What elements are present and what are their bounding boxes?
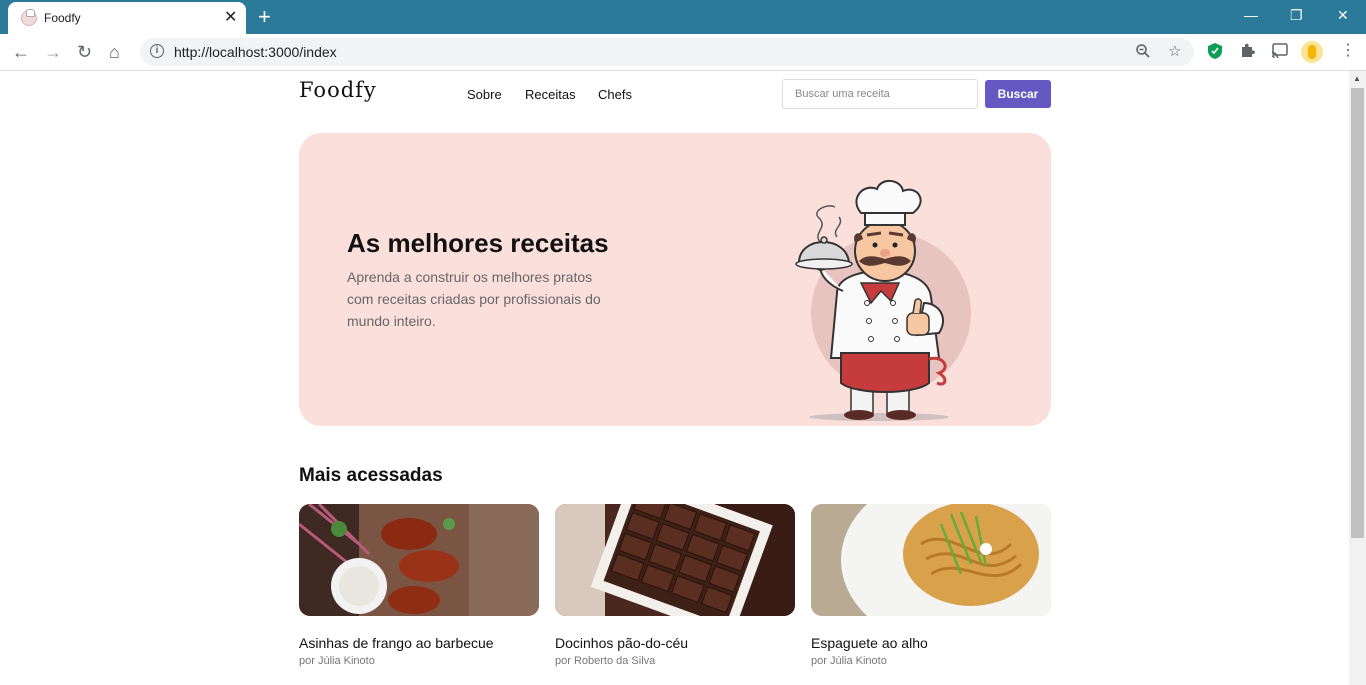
recipe-image-chicken-wings[interactable] xyxy=(299,504,539,616)
section-title: Mais acessadas xyxy=(299,465,443,486)
shield-extension-icon[interactable] xyxy=(1207,42,1223,65)
hero-title: As melhores receitas xyxy=(347,228,609,258)
close-window-button[interactable]: ✕ xyxy=(1337,6,1349,24)
recipe-author: por Júlia Kinoto xyxy=(811,655,887,667)
site-logo[interactable]: Foodfy xyxy=(299,78,377,102)
minimize-button[interactable]: — xyxy=(1244,6,1258,24)
home-icon[interactable]: ⌂ xyxy=(109,42,120,62)
nav-link-receitas[interactable]: Receitas xyxy=(525,87,576,102)
hero-banner: As melhores receitas Aprenda a construir… xyxy=(299,133,1051,426)
recipe-author: por Júlia Kinoto xyxy=(299,655,375,667)
profile-avatar[interactable] xyxy=(1301,41,1323,63)
search-button[interactable]: Buscar xyxy=(985,80,1051,108)
recipe-author: por Roberto da Silva xyxy=(555,655,656,667)
tab-title: Foodfy xyxy=(44,11,81,25)
recipe-title[interactable]: Asinhas de frango ao barbecue xyxy=(299,635,494,651)
recipe-image-spaghetti[interactable] xyxy=(811,504,1051,616)
browser-menu-icon[interactable]: ⋮ xyxy=(1340,42,1356,60)
chef-illustration xyxy=(795,180,971,421)
favicon-icon xyxy=(21,9,37,26)
restore-button[interactable]: ❐ xyxy=(1290,6,1303,24)
recipe-title[interactable]: Espaguete ao alho xyxy=(811,635,928,651)
recipe-image-chocolates[interactable] xyxy=(555,504,795,616)
recipe-title[interactable]: Docinhos pão-do-céu xyxy=(555,635,688,651)
nav-link-chefs[interactable]: Chefs xyxy=(598,87,632,102)
new-tab-button[interactable]: + xyxy=(258,4,271,30)
extensions-puzzle-icon[interactable] xyxy=(1239,42,1256,64)
zoom-icon[interactable] xyxy=(1135,43,1151,64)
hero-text: Aprenda a construir os melhores pratos c… xyxy=(347,269,601,329)
reload-icon[interactable]: ↻ xyxy=(77,42,92,62)
scrollbar-thumb[interactable] xyxy=(1351,88,1364,538)
nav-link-sobre[interactable]: Sobre xyxy=(467,87,502,102)
forward-icon[interactable]: → xyxy=(44,42,62,62)
cast-icon[interactable] xyxy=(1271,42,1289,63)
url-text[interactable]: http://localhost:3000/index xyxy=(174,44,337,60)
search-input[interactable] xyxy=(782,79,978,109)
browser-tab-bar: Foodfy ✕ + — ❐ ✕ xyxy=(0,0,1366,34)
browser-toolbar: ← → ↻ ⌂ i http://localhost:3000/index ☆ … xyxy=(0,34,1366,71)
back-icon[interactable]: ← xyxy=(12,42,30,62)
bookmark-star-icon[interactable]: ☆ xyxy=(1168,43,1181,61)
site-info-icon[interactable]: i xyxy=(150,44,164,58)
browser-tab[interactable]: Foodfy ✕ xyxy=(8,2,246,34)
address-bar[interactable]: i http://localhost:3000/index ☆ xyxy=(140,38,1194,66)
tab-close-icon[interactable]: ✕ xyxy=(224,8,237,28)
scroll-up-arrow-icon[interactable]: ▲ xyxy=(1353,74,1361,83)
